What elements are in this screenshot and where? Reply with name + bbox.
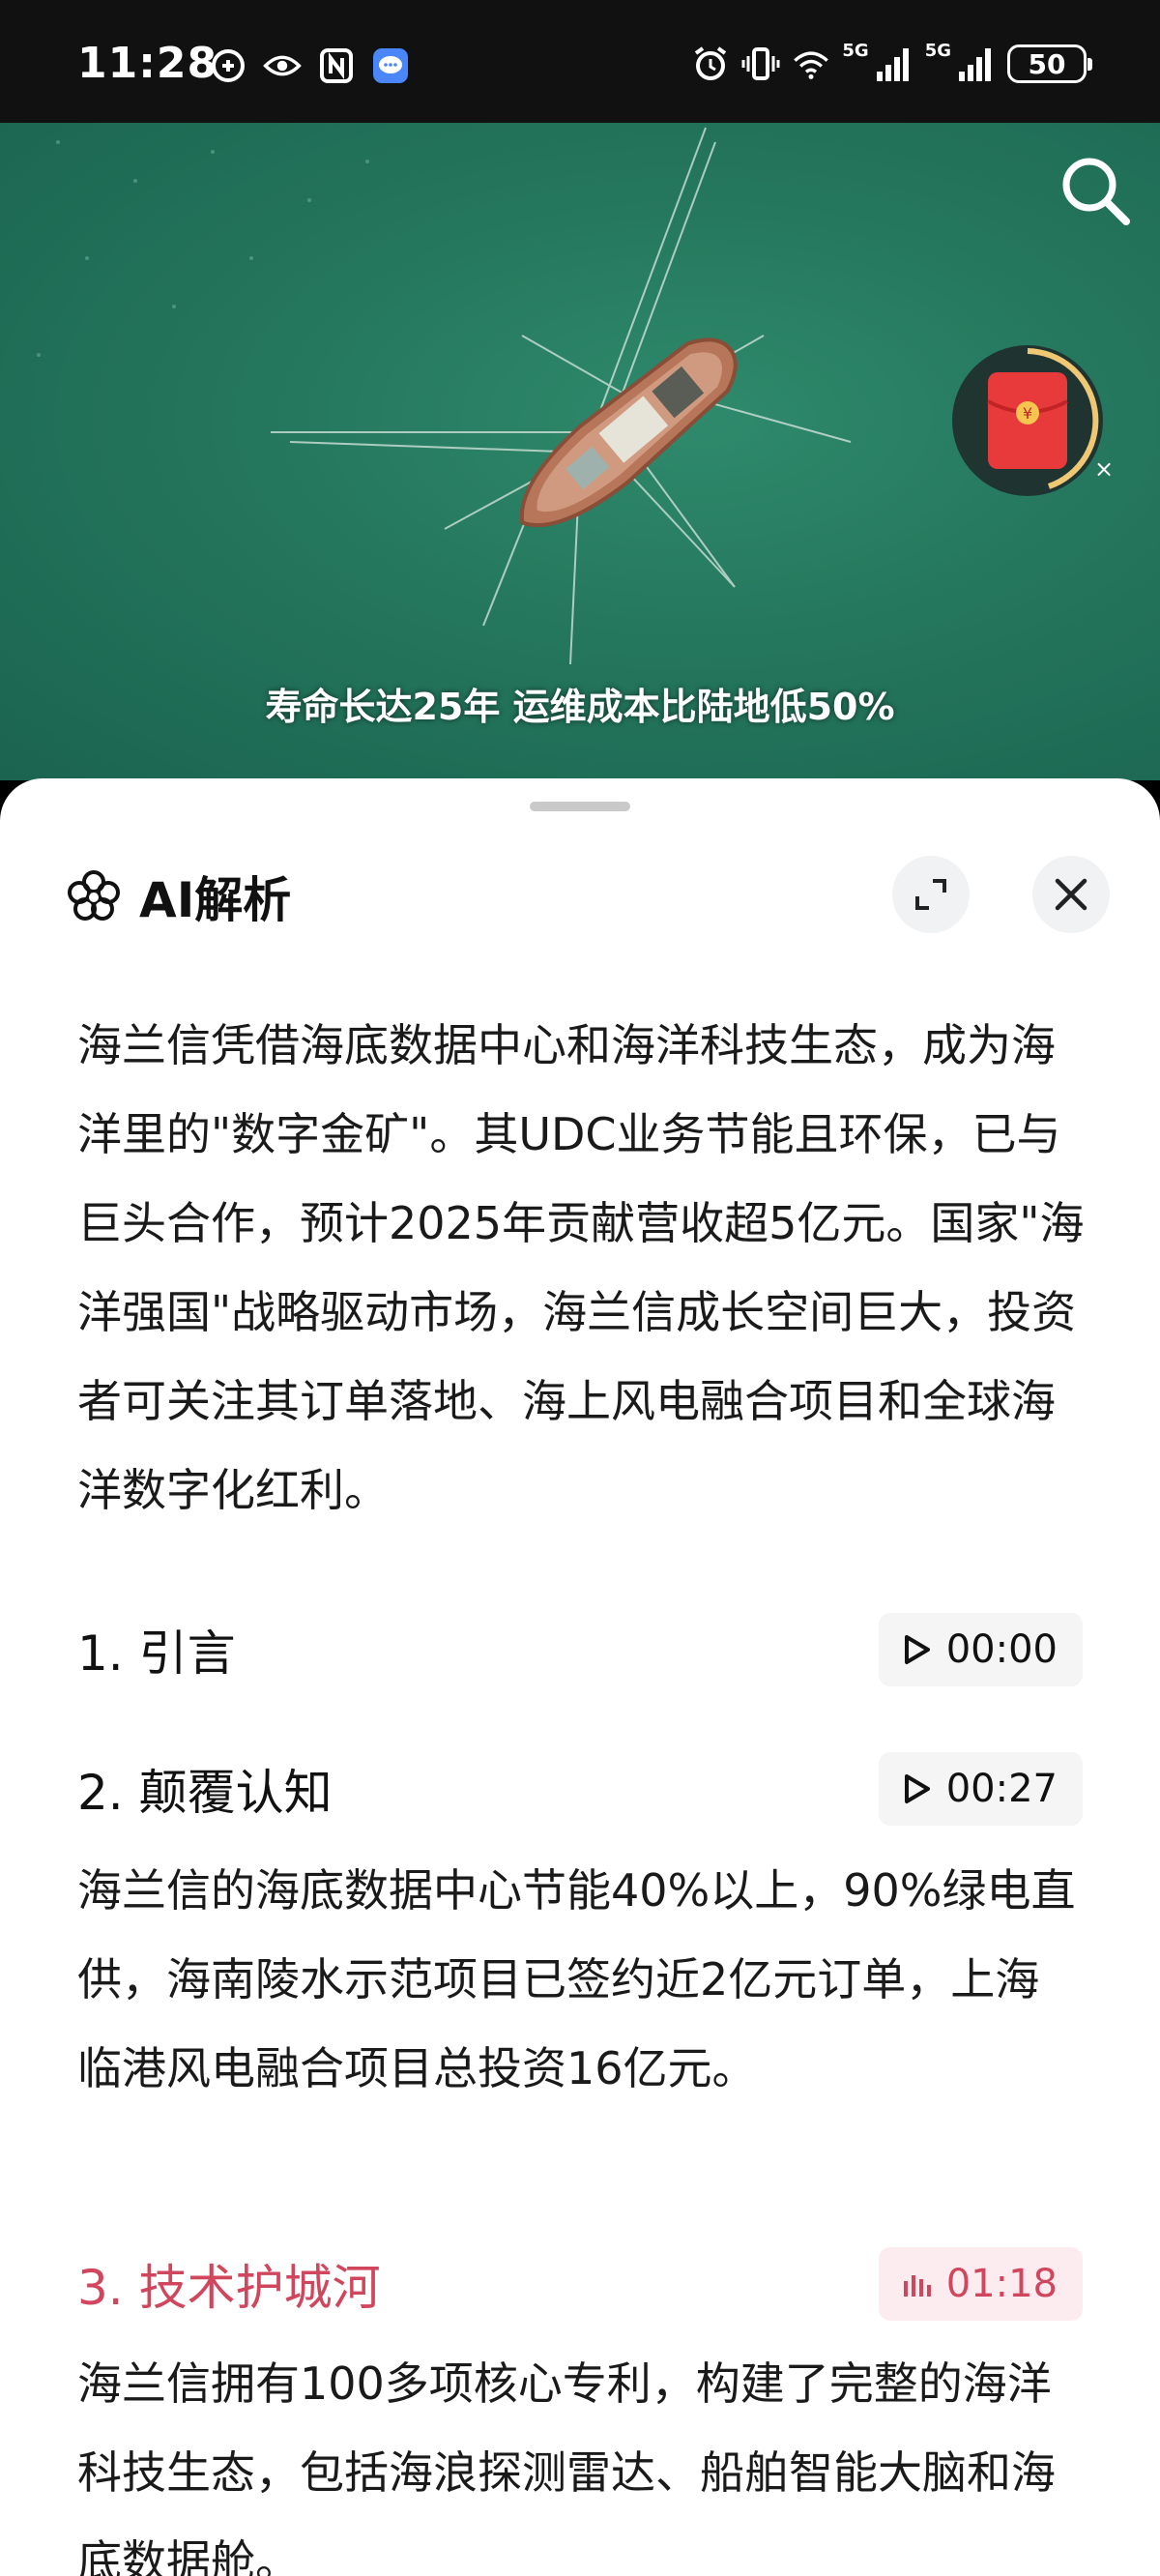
section-title: 3. 技术护城河 (77, 2260, 381, 2316)
video-caption: 寿命长达25年 运维成本比陆地低50% (265, 686, 895, 728)
close-button[interactable] (1032, 856, 1110, 933)
play-timestamp-button[interactable]: 00:27 (878, 1752, 1083, 1826)
data-saver-icon (209, 46, 247, 85)
section-item[interactable]: 1. 引言 00:00 (77, 1612, 1083, 1687)
play-icon (904, 1774, 930, 1803)
section-body: 海兰信的海底数据中心节能40%以上，90%绿电直供，海南陵水示范项目已签约近2亿… (77, 1864, 1076, 2094)
audio-bars-icon (903, 2275, 931, 2297)
search-icon (1062, 158, 1130, 225)
status-right-icons: 5G 5G 50 (691, 41, 1092, 83)
eye-icon (263, 46, 302, 85)
status-left-icons (209, 46, 410, 85)
status-bar: 11:28 5G 5G 50 (0, 0, 1160, 123)
panel-title: AI解析 (139, 872, 292, 928)
expand-button[interactable] (892, 856, 970, 933)
network-type-1: 5G (842, 41, 869, 61)
video-player[interactable]: ¥ × 寿命长达25年 运维成本比陆地低50% (0, 123, 1160, 780)
signal-icon (957, 44, 996, 83)
ai-sparkle-icon (68, 870, 120, 921)
section-body: 海兰信拥有100多项核心专利，构建了完整的海洋科技生态，包括海浪探测雷达、船舶智… (77, 2357, 1056, 2576)
battery-indicator: 50 (1007, 44, 1092, 83)
playing-timestamp-button[interactable]: 01:18 (878, 2247, 1083, 2321)
red-packet-close-button[interactable]: × (1094, 455, 1114, 483)
signal-icon (875, 44, 914, 83)
section-title: 2. 颠覆认知 (77, 1765, 333, 1821)
timestamp: 00:00 (945, 1627, 1058, 1672)
section-item[interactable]: 2. 颠覆认知 00:27 (77, 1751, 1083, 1827)
search-button[interactable] (1052, 147, 1139, 234)
close-icon (1055, 878, 1088, 911)
ai-analysis-panel: AI解析 海兰信凭借海底数据中心和海洋科技生态，成为海洋里的"数字金矿"。其UD… (0, 778, 1160, 2576)
wifi-icon (792, 44, 830, 83)
network-type-2: 5G (924, 41, 951, 61)
panel-header: AI解析 (66, 862, 291, 931)
summary-text: 海兰信凭借海底数据中心和海洋科技生态，成为海洋里的"数字金矿"。其UDC业务节能… (77, 1019, 1085, 1516)
section-title: 1. 引言 (77, 1625, 236, 1682)
message-app-icon (371, 46, 410, 85)
red-packet-widget[interactable]: ¥ (952, 345, 1103, 496)
countdown-ring (1027, 348, 1099, 489)
timestamp: 01:18 (945, 2262, 1058, 2306)
play-timestamp-button[interactable]: 00:00 (878, 1613, 1083, 1686)
section-item-active[interactable]: 3. 技术护城河 01:18 (77, 2246, 1083, 2322)
timestamp: 00:27 (945, 1767, 1058, 1811)
expand-icon (915, 879, 946, 910)
drag-handle[interactable] (530, 802, 630, 811)
alarm-icon (691, 44, 730, 83)
play-icon (904, 1635, 930, 1664)
status-time: 11:28 (77, 39, 218, 88)
vibrate-icon (741, 44, 780, 83)
nfc-icon (317, 46, 356, 85)
